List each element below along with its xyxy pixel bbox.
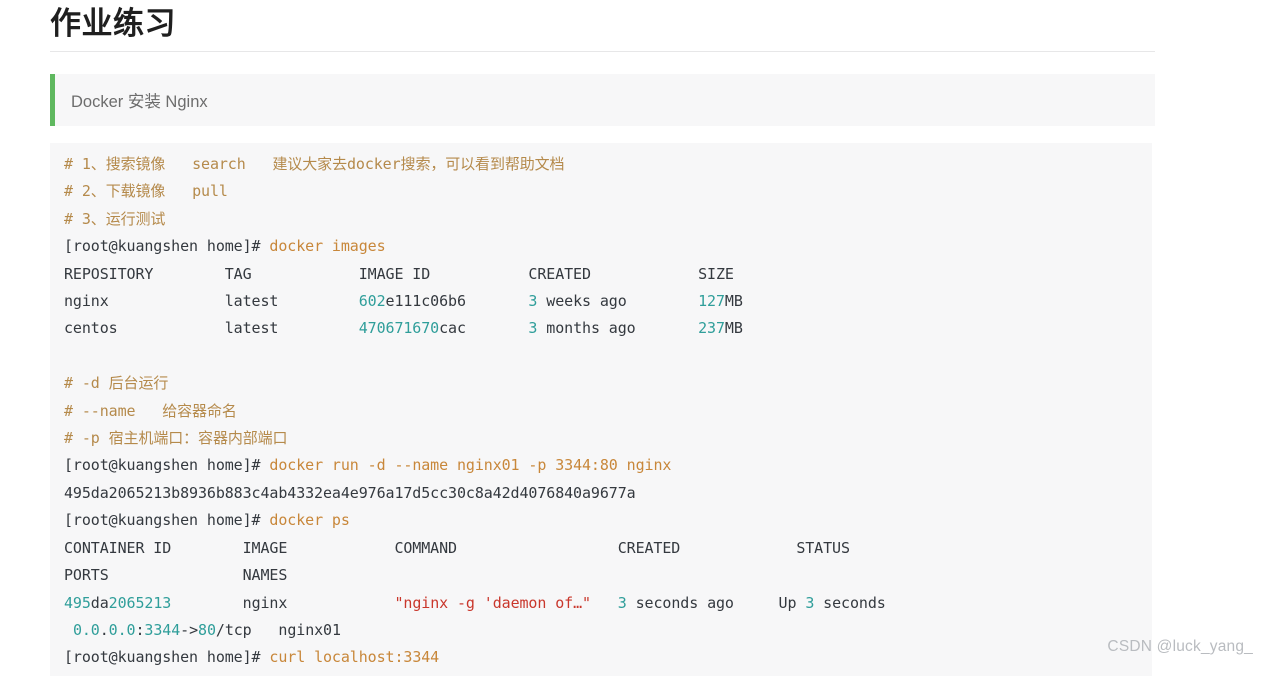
code-line: [root@kuangshen home]# curl localhost:33… [64, 644, 1152, 671]
code-lines: # 1、搜索镜像 search 建议大家去docker搜索，可以看到帮助文档 # … [64, 151, 1152, 672]
code-line: 0.0.0.0:3344->80/tcp nginx01 [64, 617, 1152, 644]
code-token-cmd: docker run -d --name nginx01 -p 3344:80 … [269, 456, 672, 475]
code-line: 495da2065213 nginx "nginx -g 'daemon of…… [64, 590, 1152, 617]
code-token-plain: CONTAINER ID IMAGE COMMAND CREATED STATU… [64, 538, 850, 557]
code-line: REPOSITORY TAG IMAGE ID CREATED SIZE [64, 261, 1152, 288]
code-token-cmt: # 1、搜索镜像 search 建议大家去docker搜索，可以看到帮助文档 [64, 155, 565, 173]
code-line: CONTAINER ID IMAGE COMMAND CREATED STATU… [64, 535, 1152, 562]
code-token-cmd: docker ps [269, 511, 350, 530]
code-token-plain: seconds [814, 593, 886, 612]
code-token-num: 3 [617, 593, 627, 612]
code-token-plain: months ago [537, 319, 699, 338]
code-block[interactable]: # 1、搜索镜像 search 建议大家去docker搜索，可以看到帮助文档 # … [50, 143, 1152, 676]
code-token-plain: MB [724, 292, 743, 311]
code-token-num: 3 [805, 593, 815, 612]
code-token-num: 0.0 [72, 620, 100, 639]
code-line: # --name 给容器命名 [64, 398, 1152, 425]
code-token-plain: -> [180, 620, 199, 639]
code-token-plain: da [90, 593, 109, 612]
code-line: [root@kuangshen home]# docker ps [64, 507, 1152, 534]
code-token-str: "nginx -g 'daemon of…" [394, 593, 591, 612]
code-token-blank [64, 347, 73, 365]
code-token-plain: /tcp nginx01 [215, 620, 341, 639]
code-token-num: 237 [698, 319, 725, 338]
blockquote-text: Docker 安装 Nginx [71, 93, 208, 111]
code-line [64, 343, 1152, 370]
code-token-plain: MB [724, 319, 743, 338]
code-token-num: 3344 [144, 620, 181, 639]
code-token-prompt: [root@kuangshen home]# [64, 237, 270, 256]
code-token-plain: centos latest [64, 319, 359, 338]
code-line: # -p 宿主机端口：容器内部端口 [64, 425, 1152, 452]
code-line: PORTS NAMES [64, 562, 1152, 589]
code-token-cmt: # 3、运行测试 [64, 209, 166, 228]
code-token-cmd: curl localhost:3344 [269, 648, 440, 667]
code-token-plain: . [99, 620, 109, 639]
code-line: 495da2065213b8936b883c4ab4332ea4e976a17d… [64, 480, 1152, 507]
code-token-plain: REPOSITORY TAG IMAGE ID CREATED SIZE [64, 264, 734, 283]
title-divider [50, 51, 1155, 52]
code-token-plain: e111c06b6 [385, 292, 529, 311]
code-token-num: 0.0 [108, 620, 136, 639]
code-line: [root@kuangshen home]# docker images [64, 233, 1152, 260]
code-token-plain: nginx latest [64, 292, 359, 311]
code-token-prompt: [root@kuangshen home]# [64, 511, 270, 530]
code-token-cmd: docker images [269, 237, 386, 256]
code-line: # 3、运行测试 [64, 206, 1152, 233]
code-token-num: 2065213 [108, 593, 172, 612]
code-token-plain: nginx [171, 593, 395, 612]
code-token-prompt: [root@kuangshen home]# [64, 648, 270, 667]
page-title: 作业练习 [50, 6, 176, 41]
code-token-plain: cac [439, 319, 529, 338]
code-token-prompt: [root@kuangshen home]# [64, 456, 270, 475]
code-token-plain: weeks ago [537, 292, 699, 311]
code-token-cmt: # --name 给容器命名 [64, 401, 237, 420]
code-token-num: 470671670 [358, 319, 440, 338]
code-line: [root@kuangshen home]# docker run -d --n… [64, 452, 1152, 479]
code-line: centos latest 470671670cac 3 months ago … [64, 315, 1152, 342]
code-token-num: 602 [358, 292, 386, 311]
watermark: CSDN @luck_yang_ [1107, 638, 1253, 655]
code-token-num: 127 [698, 292, 725, 311]
code-token-num: 495 [64, 593, 91, 612]
code-token-plain: seconds ago Up [626, 593, 806, 612]
code-token-plain: 495da2065213b8936b883c4ab4332ea4e976a17d… [64, 483, 636, 502]
code-line: # -d 后台运行 [64, 370, 1152, 397]
code-token-plain: PORTS NAMES [64, 566, 288, 585]
code-token-cmt: # -p 宿主机端口：容器内部端口 [64, 429, 288, 448]
code-line: # 1、搜索镜像 search 建议大家去docker搜索，可以看到帮助文档 [64, 151, 1152, 178]
code-line: # 2、下载镜像 pull [64, 178, 1152, 205]
blockquote-callout: Docker 安装 Nginx [50, 74, 1155, 126]
code-token-cmt: # -d 后台运行 [64, 374, 169, 393]
code-line: nginx latest 602e111c06b6 3 weeks ago 12… [64, 288, 1152, 315]
code-token-cmt: # 2、下载镜像 pull [64, 182, 228, 201]
code-token-num: 80 [198, 620, 216, 639]
